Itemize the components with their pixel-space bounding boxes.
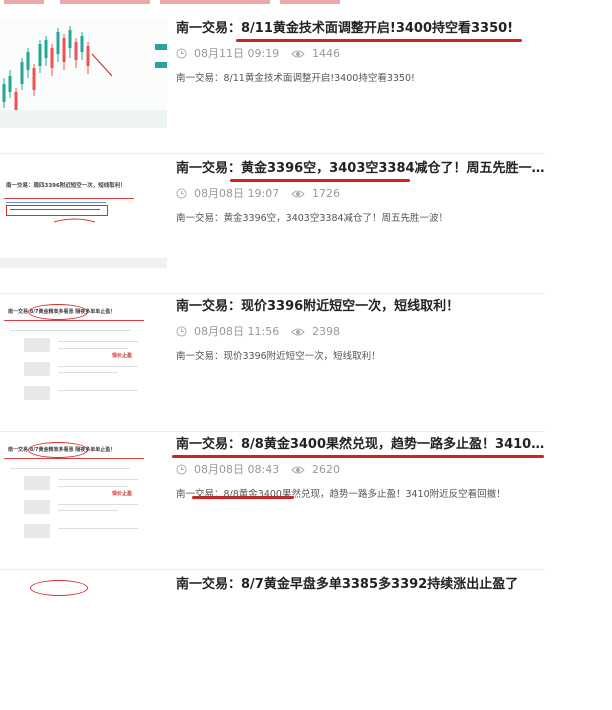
publish-date: 08月08日 08:43 — [194, 463, 280, 476]
thumbnail-line — [10, 209, 100, 210]
article-title[interactable]: 南一交易：现价3396附近短空一次，短线取利！ — [176, 296, 548, 318]
thumbnail-box — [6, 205, 108, 216]
article-title[interactable]: 南一交易：8/7黄金早盘多单3385多3392持续涨出止盈了 — [176, 574, 548, 596]
eye-icon — [291, 190, 305, 198]
view-count: 2398 — [312, 325, 340, 338]
article-thumbnail[interactable] — [0, 574, 167, 684]
thumbnail-line — [58, 479, 138, 480]
thumbnail-caption: 南一交易：周四3396附近短空一次，短线取利！ — [6, 183, 126, 189]
view-count: 2620 — [312, 463, 340, 476]
article-summary: 南一交易：8/11黄金技术面调整开启!3400持空看3350! — [176, 73, 415, 84]
thumbnail-note: 现价止盈 — [112, 491, 133, 497]
thumbnail-avatar — [24, 338, 50, 352]
thumbnail-avatar — [24, 500, 50, 514]
article-item[interactable]: 南一交易 8/7黄金精准多看涨 隔夜多单单止盈！ 现价止盈 南一交易：8/8黄金… — [0, 434, 560, 570]
article-item[interactable]: 南一交易：8/11黄金技术面调整开启!3400持空看3350! 08月11日 0… — [0, 18, 560, 154]
publish-date: 08月08日 11:56 — [194, 325, 280, 338]
clock-icon — [176, 188, 187, 199]
thumbnail-line — [58, 528, 138, 529]
thumbnail-line — [10, 468, 130, 469]
eye-icon — [291, 50, 305, 58]
highlight-underline — [230, 179, 410, 182]
thumbnail-line — [58, 341, 138, 342]
article-summary: 南一交易：黄金3396空，3403空3384减仓了！周五先胜一波！ — [176, 213, 449, 224]
thumbnail-line — [58, 486, 128, 487]
clock-icon — [176, 464, 187, 475]
highlight-underline — [172, 455, 544, 458]
previous-item-remnant — [0, 0, 612, 6]
thumbnail-avatar — [24, 476, 50, 490]
thumbnail-rule — [4, 198, 134, 199]
thumbnail-line — [58, 390, 138, 391]
thumbnail-avatar — [24, 524, 50, 538]
article-title[interactable]: 南一交易：8/11黄金技术面调整开启!3400持空看3350! — [176, 18, 548, 40]
article-thumbnail[interactable]: 南一交易 8/7黄金精准多看涨 隔夜多单单止盈！ 现价止盈 — [0, 434, 167, 544]
publish-date: 08月11日 09:19 — [194, 47, 280, 60]
article-thumbnail[interactable] — [0, 18, 167, 128]
thumbnail-rule — [4, 320, 144, 321]
article-title[interactable]: 南一交易：黄金3396空，3403空3384减仓了！周五先胜一… — [176, 158, 548, 180]
highlight-underline — [236, 39, 522, 42]
article-summary: 南一交易：现价3396附近短空一次，短线取利！ — [176, 351, 381, 362]
thumbnail-caption: 南一交易 8/7黄金精准多看涨 隔夜多单单止盈！ — [8, 447, 116, 453]
article-thumbnail[interactable]: 南一交易 8/7黄金精准多看涨 隔夜多单单止盈！ 现价止盈 — [0, 296, 167, 406]
view-count: 1446 — [312, 47, 340, 60]
thumbnail-circle — [30, 580, 88, 596]
article-thumbnail[interactable]: 南一交易：周四3396附近短空一次，短线取利！ — [0, 158, 167, 268]
thumbnail-note: 现价止盈 — [112, 353, 133, 359]
publish-date: 08月08日 19:07 — [194, 187, 280, 200]
candlestick-chart-image — [0, 18, 167, 128]
thumbnail-avatar — [24, 386, 50, 400]
eye-icon — [291, 466, 305, 474]
thumbnail-line — [58, 504, 138, 505]
article-item[interactable]: 南一交易：8/7黄金早盘多单3385多3392持续涨出止盈了 — [0, 574, 560, 710]
thumbnail-line — [58, 372, 118, 373]
thumbnail-squiggle — [53, 218, 96, 223]
thumbnail-line — [58, 510, 118, 511]
thumbnail-line — [58, 348, 128, 349]
thumbnail-caption: 南一交易 8/7黄金精准多看涨 隔夜多单单止盈！ — [8, 309, 116, 315]
article-summary: 南一交易：8/8黄金3400果然兑现，趋势一路多止盈！3410附近反空看回撤！ — [176, 489, 506, 500]
thumbnail-footer — [0, 258, 167, 268]
view-count: 1726 — [312, 187, 340, 200]
thumbnail-line — [6, 202, 106, 203]
eye-icon — [291, 328, 305, 336]
thumbnail-rule — [4, 458, 144, 459]
article-item[interactable]: 南一交易 8/7黄金精准多看涨 隔夜多单单止盈！ 现价止盈 南一交易：现价339… — [0, 296, 560, 432]
article-title[interactable]: 南一交易：8/8黄金3400果然兑现，趋势一路多止盈！3410… — [176, 434, 548, 456]
article-item[interactable]: 南一交易：周四3396附近短空一次，短线取利！ 南一交易：黄金3396空，340… — [0, 158, 560, 294]
clock-icon — [176, 48, 187, 59]
clock-icon — [176, 326, 187, 337]
thumbnail-avatar — [24, 362, 50, 376]
thumbnail-line — [58, 366, 138, 367]
thumbnail-line — [10, 330, 130, 331]
